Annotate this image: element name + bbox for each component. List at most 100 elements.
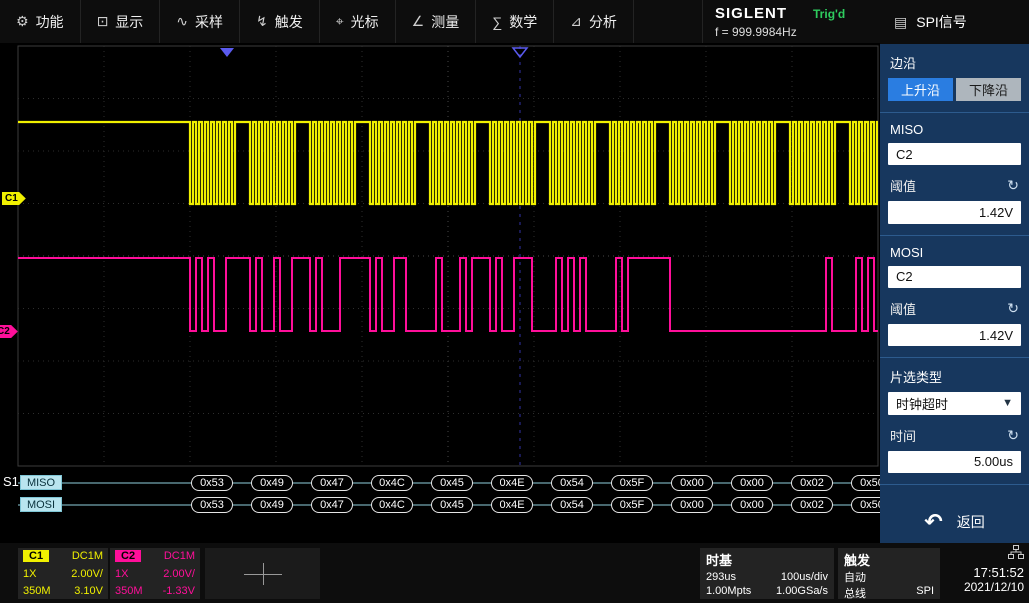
decode-value: 0x53 <box>191 475 233 491</box>
decode-value: 0x45 <box>431 475 473 491</box>
timebase-panel[interactable]: 时基 293us 100us/div 1.00Mpts 1.00GSa/s <box>700 548 834 599</box>
mosi-threshold-label: 阈值 <box>890 299 916 318</box>
math-icon: ∑ <box>492 14 502 30</box>
channel-probe: 1X <box>115 568 128 580</box>
decode-value: 0x53 <box>191 497 233 513</box>
chevron-down-icon: ▼ <box>1002 397 1013 409</box>
reset-icon[interactable]: ↻ <box>1007 300 1019 317</box>
brand-status-block: SIGLENT Trig'd f = 999.9984Hz <box>702 0 880 43</box>
decode-value: 0x50 <box>851 497 880 513</box>
menu-item-label: 触发 <box>275 12 303 32</box>
decode-value: 0x5F <box>611 475 653 491</box>
menu-item-采样[interactable]: ∿采样 <box>160 0 240 43</box>
decode-row-label-MISO: MISO <box>20 475 62 490</box>
decode-value: 0x47 <box>311 497 353 513</box>
top-menu-bar: ⚙ 功能 ⊡ 显示 ∿采样 ↯ 触发 ⌖光标 ∠ 测量 ∑数学 ⊿ 分析 SIGLENT Trig'd … <box>0 0 880 44</box>
menu-item-数学[interactable]: ∑数学 <box>476 0 554 43</box>
clock-date: 2021/12/10 <box>964 580 1024 594</box>
trigger-frequency-readout: f = 999.9984Hz <box>715 25 866 39</box>
brand-logo: SIGLENT <box>715 5 787 22</box>
clock-time: 17:51:52 <box>964 565 1024 580</box>
miso-threshold-label: 阈值 <box>890 176 916 195</box>
reset-icon[interactable]: ↻ <box>1007 427 1019 444</box>
menu-item-光标[interactable]: ⌖光标 <box>320 0 396 43</box>
status-bar: C1DC1M 1X 2.00V/350M3.10V C2DC1M 1X 2.00V/350… <box>0 543 1029 603</box>
channel-bandwidth: 350M <box>23 585 51 597</box>
spi-settings-sidebar: ▤ SPI信号 边沿 上升沿下降沿 MISO C2 阈值 ↻ 1.42V MOS… <box>880 0 1029 543</box>
menu-item-label: 分析 <box>589 12 617 32</box>
channel-scale: 2.00V/ <box>71 568 103 580</box>
mosi-threshold-field[interactable]: 1.42V <box>888 324 1021 346</box>
channel-probe: 1X <box>23 568 36 580</box>
edge-option-上升沿[interactable]: 上升沿 <box>888 78 953 101</box>
mosi-source-field[interactable]: C2 <box>888 266 1021 288</box>
decode-value: 0x4C <box>371 497 413 513</box>
cursor-icon: ⌖ <box>336 13 344 30</box>
trigger-panel[interactable]: 触发 自动 总线 SPI <box>838 548 940 599</box>
analysis-icon: ⊿ <box>570 13 582 30</box>
miso-threshold-field[interactable]: 1.42V <box>888 201 1021 223</box>
timebase-scale: 100us/div <box>781 571 828 583</box>
divider <box>880 484 1029 485</box>
timeout-field[interactable]: 5.00us <box>888 451 1021 473</box>
main-menu: ⚙ 功能 ⊡ 显示 ∿采样 ↯ 触发 ⌖光标 ∠ 测量 ∑数学 ⊿ 分析 <box>0 0 634 43</box>
channel-coupling: DC1M <box>72 550 103 562</box>
timebase-delay: 293us <box>706 571 736 583</box>
bus-s1-label: S1 <box>3 474 19 489</box>
channel-scale-row: 1X 2.00V/ <box>115 568 195 580</box>
decode-value: 0x00 <box>671 497 713 513</box>
waveform-canvas <box>0 44 880 543</box>
decode-value: 0x49 <box>251 497 293 513</box>
decode-value: 0x00 <box>731 475 773 491</box>
decode-value: 0x00 <box>731 497 773 513</box>
cs-type-select[interactable]: 时钟超时 ▼ <box>888 392 1021 414</box>
channel-C2-panel[interactable]: C2DC1M1X2.00V/350M-1.33V <box>110 548 200 599</box>
edge-selector: 上升沿下降沿 <box>888 78 1021 101</box>
miso-label: MISO <box>880 113 1029 141</box>
sidebar-header: ▤ SPI信号 <box>880 0 1029 44</box>
bus-icon: ▤ <box>894 14 907 31</box>
menu-item-分析[interactable]: ⊿ 分析 <box>554 0 634 43</box>
menu-item-测量[interactable]: ∠ 测量 <box>396 0 477 43</box>
channel-header: C2DC1M <box>115 550 195 562</box>
menu-item-label: 显示 <box>115 12 143 32</box>
timeout-label: 时间 <box>890 426 916 445</box>
menu-item-功能[interactable]: ⚙ 功能 <box>0 0 81 43</box>
cs-type-label: 片选类型 <box>880 358 1029 390</box>
network-icon <box>1008 545 1024 559</box>
trigger-icon: ↯ <box>256 13 268 30</box>
gear-icon: ⚙ <box>16 13 29 30</box>
decode-value: 0x4E <box>491 497 533 513</box>
reset-icon[interactable]: ↻ <box>1007 177 1019 194</box>
channel-coupling: DC1M <box>164 550 195 562</box>
channel-scale: 2.00V/ <box>163 568 195 580</box>
decode-value: 0x00 <box>671 475 713 491</box>
decode-row-label-MOSI: MOSI <box>20 497 62 512</box>
trigger-source: 总线 <box>844 585 866 601</box>
sidebar-title: SPI信号 <box>916 12 967 32</box>
display-icon: ⊡ <box>97 13 109 30</box>
trigger-title: 触发 <box>844 550 934 569</box>
trigger-mode: 自动 <box>844 569 866 585</box>
decode-value: 0x45 <box>431 497 473 513</box>
channel-offset-row: 350M3.10V <box>23 585 103 597</box>
clock-panel: 17:51:52 2021/12/10 <box>964 545 1024 594</box>
offset-indicator-panel <box>205 548 320 599</box>
miso-source-field[interactable]: C2 <box>888 143 1021 165</box>
menu-item-label: 测量 <box>431 12 459 32</box>
menu-item-显示[interactable]: ⊡ 显示 <box>81 0 161 43</box>
channel-C1-panel[interactable]: C1DC1M 1X 2.00V/350M3.10V <box>18 548 108 599</box>
menu-item-触发[interactable]: ↯ 触发 <box>240 0 320 43</box>
decode-value: 0x02 <box>791 475 833 491</box>
edge-option-下降沿[interactable]: 下降沿 <box>956 78 1021 101</box>
measure-icon: ∠ <box>412 13 425 30</box>
timebase-memory: 1.00Mpts <box>706 585 751 597</box>
channel-header: C1DC1M <box>23 550 103 562</box>
menu-item-label: 功能 <box>36 12 64 32</box>
menu-item-label: 采样 <box>195 12 223 32</box>
crosshair-icon <box>244 563 282 585</box>
channel-scale-row: 1X 2.00V/ <box>23 568 103 580</box>
back-button[interactable]: ↶ 返回 <box>880 501 1029 543</box>
trigger-bus-type: SPI <box>916 585 934 601</box>
trigger-status-badge: Trig'd <box>813 7 845 21</box>
